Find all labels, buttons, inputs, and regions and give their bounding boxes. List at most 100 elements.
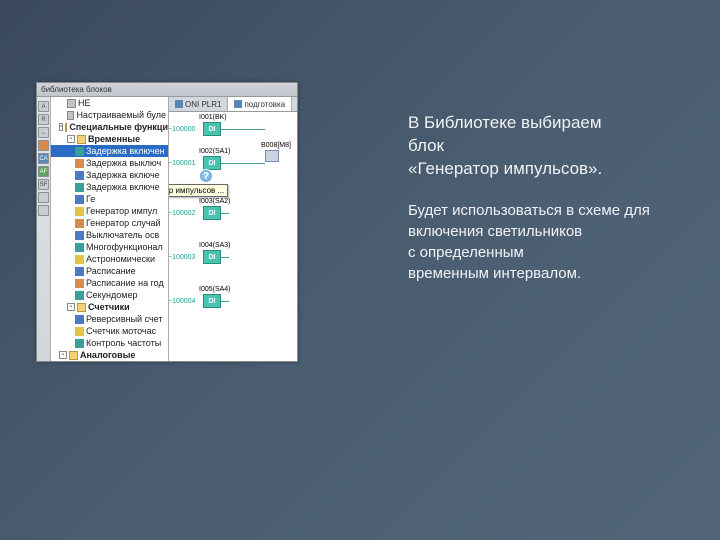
tree-item[interactable]: -Специальные функции	[51, 121, 168, 133]
box-icon	[67, 99, 76, 108]
tree-item[interactable]: - Аналоговые	[51, 349, 168, 361]
tree-item[interactable]: Задержка выключ	[51, 157, 168, 169]
di-block[interactable]: DI	[203, 250, 221, 264]
tree-item-label: Астрономически	[86, 254, 155, 264]
block-address: ~100004	[169, 298, 195, 305]
wire	[229, 163, 265, 164]
tree-item[interactable]: НЕ	[51, 97, 168, 109]
tree-item-label: Контроль частоты	[86, 338, 161, 348]
tooltip: Генератор импульсов ...	[169, 184, 228, 197]
block-label: I003(SA2)	[199, 198, 231, 205]
wire	[221, 163, 229, 164]
blue-icon	[75, 171, 84, 180]
yellow-icon	[75, 207, 84, 216]
di-block[interactable]: DI	[203, 122, 221, 136]
wire	[221, 129, 229, 130]
tree-item[interactable]: Реверсивный счет	[51, 313, 168, 325]
block-label: B008[M8]	[261, 142, 291, 149]
tree-item-label: Специальные функции	[69, 122, 169, 132]
tree-item-label: Аналоговые	[80, 350, 135, 360]
expand-icon[interactable]: -	[59, 123, 63, 131]
tree-item-label: Многофункционал	[86, 242, 163, 252]
tree-item[interactable]: Секундомер	[51, 289, 168, 301]
folder-icon	[77, 303, 86, 312]
app-main-area: AR↔CAAFSF НЕНастраиваемый буле-Специальн…	[37, 97, 297, 361]
tree-item-label: Счетчик моточас	[86, 326, 156, 336]
expand-icon[interactable]: -	[67, 135, 75, 143]
tree-item-label: Выключатель осв	[86, 230, 159, 240]
yellow-icon	[75, 255, 84, 264]
tab-ONI-PLR1[interactable]: ONI PLR1	[169, 97, 228, 111]
heading-line-3: «Генератор импульсов».	[408, 158, 602, 181]
toolbar-button-7[interactable]	[38, 192, 49, 203]
tree-item-label: Расписание на год	[86, 278, 164, 288]
tree-item[interactable]: - Временные	[51, 133, 168, 145]
orange-icon	[75, 279, 84, 288]
tree-item[interactable]: Расписание на год	[51, 277, 168, 289]
tree-item-label: Генератор случай	[86, 218, 161, 228]
tree-item[interactable]: Задержка включен	[51, 145, 168, 157]
toolbar-button-1[interactable]: R	[38, 114, 49, 125]
body-line-1: Будет использоваться в схеме для	[408, 200, 650, 221]
di-block[interactable]: DI	[203, 294, 221, 308]
teal-icon	[75, 243, 84, 252]
document-icon	[175, 100, 183, 108]
tab-label: ONI PLR1	[185, 100, 221, 109]
tree-item[interactable]: Расписание	[51, 265, 168, 277]
tree-item[interactable]: - Счетчики	[51, 301, 168, 313]
tree-item-label: Временные	[88, 134, 140, 144]
blue-icon	[75, 231, 84, 240]
tree-item[interactable]: Задержка включе	[51, 181, 168, 193]
body-line-4: временным интервалом.	[408, 263, 650, 284]
toolbar-button-8[interactable]	[38, 205, 49, 216]
expand-icon[interactable]: -	[67, 303, 75, 311]
logic-block[interactable]	[265, 150, 279, 162]
tree-item[interactable]: Ге	[51, 193, 168, 205]
tree-item-label: Настраиваемый буле	[76, 110, 166, 120]
tree-item[interactable]: Генератор импул	[51, 205, 168, 217]
diagram-canvas[interactable]: ONI PLR1подготовка I001(BK)DI~100000I002…	[169, 97, 297, 361]
tree-item[interactable]: Контроль частоты	[51, 337, 168, 349]
orange-icon	[75, 159, 84, 168]
tree-item-label: Задержка включен	[86, 146, 165, 156]
tree-item[interactable]: Настраиваемый буле	[51, 109, 168, 121]
heading-line-1: В Библиотеке выбираем	[408, 112, 602, 135]
tree-item[interactable]: Счетчик моточас	[51, 325, 168, 337]
teal-icon	[75, 183, 84, 192]
tree-item-label: Реверсивный счет	[86, 314, 163, 324]
document-tabs: ONI PLR1 подготовка	[169, 97, 297, 112]
tree-item[interactable]: Генератор случай	[51, 217, 168, 229]
block-tree[interactable]: НЕНастраиваемый буле-Специальные функции…	[51, 97, 169, 361]
tree-item[interactable]: Многофункционал	[51, 241, 168, 253]
expand-icon[interactable]: -	[59, 351, 67, 359]
block-address: ~100000	[169, 126, 195, 133]
tree-item-label: Счетчики	[88, 302, 130, 312]
block-address: ~100003	[169, 254, 195, 261]
block-label: I004(SA3)	[199, 242, 231, 249]
toolbar-button-3[interactable]	[38, 140, 49, 151]
tree-item[interactable]: Задержка включе	[51, 169, 168, 181]
tree-item[interactable]: Выключатель осв	[51, 229, 168, 241]
toolbar-button-6[interactable]: SF	[38, 179, 49, 190]
wire	[221, 213, 229, 214]
yellow-icon	[75, 327, 84, 336]
heading-line-2: блок	[408, 135, 602, 158]
di-block[interactable]: DI	[203, 206, 221, 220]
block-address: ~100001	[169, 160, 195, 167]
di-block[interactable]: DI	[203, 156, 221, 170]
toolbar-button-0[interactable]: A	[38, 101, 49, 112]
tree-item-label: Ге	[86, 194, 95, 204]
toolbar-button-4[interactable]: CA	[38, 153, 49, 164]
teal-icon	[75, 147, 84, 156]
vertical-toolbar: AR ↔ CA AF SF	[37, 97, 51, 361]
slide-body: Будет использоваться в схеме для включен…	[408, 200, 650, 284]
help-icon: ?	[199, 169, 213, 183]
wire	[229, 129, 265, 130]
tree-item[interactable]: Астрономически	[51, 253, 168, 265]
toolbar-button-2[interactable]: ↔	[38, 127, 49, 138]
tree-item-label: Задержка включе	[86, 170, 160, 180]
block-label: I002(SA1)	[199, 148, 231, 155]
tree-item-label: Секундомер	[86, 290, 137, 300]
toolbar-button-5[interactable]: AF	[38, 166, 49, 177]
tab-подготовка[interactable]: подготовка	[228, 97, 292, 111]
